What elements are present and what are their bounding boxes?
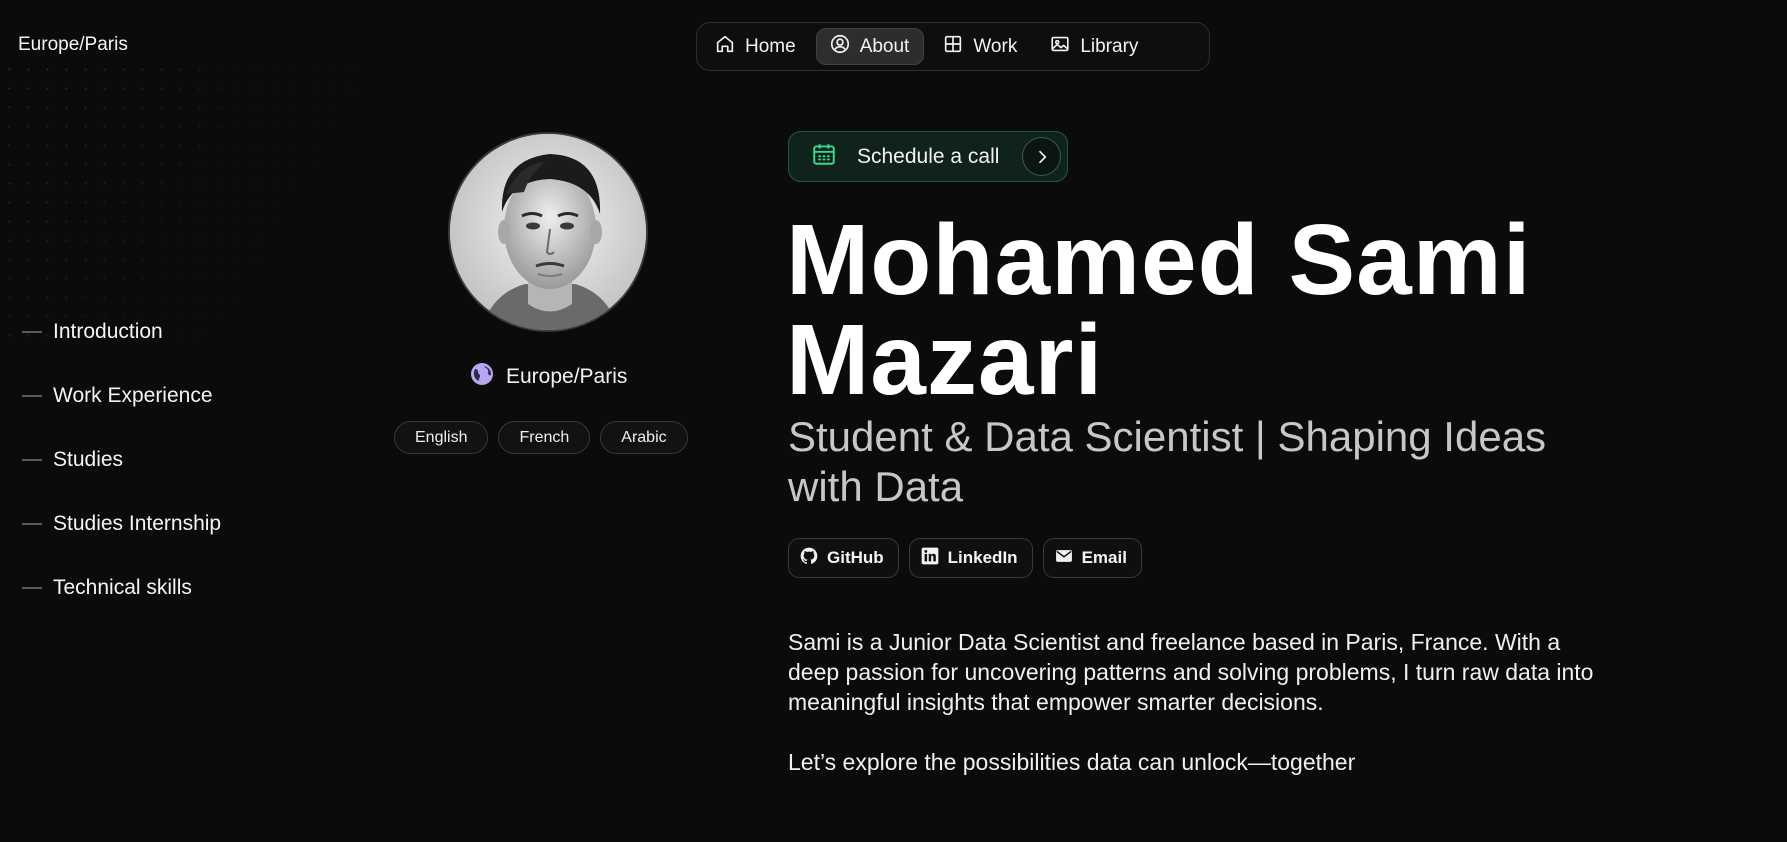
sidebar-item-introduction[interactable]: Introduction	[22, 300, 221, 364]
language-tag: French	[498, 421, 591, 454]
location-text: Europe/Paris	[506, 365, 628, 388]
calendar-icon	[811, 141, 837, 172]
nav-work[interactable]: Work	[930, 28, 1031, 65]
github-button[interactable]: GitHub	[788, 538, 899, 578]
schedule-call-label: Schedule a call	[857, 144, 1000, 168]
dash-marker	[22, 395, 42, 397]
sidebar-item-technical-skills[interactable]: Technical skills	[22, 556, 221, 620]
page-title: Mohamed Sami Mazari	[786, 210, 1532, 410]
email-button[interactable]: Email	[1042, 538, 1142, 578]
sidebar-item-label: Work Experience	[53, 384, 213, 407]
bio-paragraph: Let’s explore the possibilities data can…	[788, 749, 1356, 775]
nav-about[interactable]: About	[815, 28, 925, 65]
dash-marker	[22, 587, 42, 589]
chevron-right-icon	[1022, 137, 1061, 176]
grid-icon	[942, 33, 964, 61]
linkedin-button[interactable]: LinkedIn	[908, 538, 1033, 578]
bio-text: Sami is a Junior Data Scientist and free…	[788, 627, 1608, 777]
schedule-call-button[interactable]: Schedule a call	[788, 131, 1068, 182]
name-line-1: Mohamed Sami	[786, 204, 1532, 316]
image-icon	[1049, 33, 1071, 61]
timezone-label: Europe/Paris	[18, 34, 128, 55]
envelope-icon	[1054, 546, 1074, 571]
github-label: GitHub	[827, 548, 884, 567]
page-subtitle: Student & Data Scientist | Shaping Ideas…	[788, 413, 1547, 510]
nav-home-label: Home	[745, 35, 796, 57]
dash-marker	[22, 331, 42, 333]
section-index: Introduction Work Experience Studies Stu…	[22, 300, 221, 620]
home-icon	[714, 33, 736, 61]
nav-about-label: About	[859, 35, 910, 57]
sidebar-item-studies[interactable]: Studies	[22, 428, 221, 492]
language-list: English French Arabic	[394, 421, 688, 454]
dot-grid-background	[0, 60, 360, 340]
linkedin-icon	[920, 546, 940, 571]
sidebar-item-studies-internship[interactable]: Studies Internship	[22, 492, 221, 556]
profile-location: Europe/Paris	[470, 362, 627, 392]
user-circle-icon	[829, 33, 851, 61]
email-label: Email	[1081, 548, 1127, 567]
github-icon	[799, 546, 819, 571]
globe-icon	[470, 362, 494, 392]
linkedin-label: LinkedIn	[947, 548, 1018, 567]
sidebar-item-label: Technical skills	[53, 576, 192, 599]
top-navigation: Home About Work Library	[696, 22, 1210, 71]
nav-library[interactable]: Library	[1037, 28, 1152, 65]
sidebar-item-label: Studies Internship	[53, 512, 222, 535]
avatar	[448, 132, 648, 332]
nav-home[interactable]: Home	[702, 28, 810, 65]
bio-paragraph: Sami is a Junior Data Scientist and free…	[788, 629, 1594, 715]
name-line-2: Mazari	[786, 304, 1104, 416]
sidebar-item-label: Studies	[53, 448, 124, 471]
language-tag: Arabic	[600, 421, 688, 454]
social-links: GitHub LinkedIn Email	[788, 538, 1142, 578]
sidebar-item-label: Introduction	[53, 320, 163, 343]
sidebar-item-work-experience[interactable]: Work Experience	[22, 364, 221, 428]
dash-marker	[22, 459, 42, 461]
dash-marker	[22, 523, 42, 525]
language-tag: English	[394, 421, 489, 454]
nav-library-label: Library	[1080, 35, 1139, 57]
nav-work-label: Work	[973, 35, 1018, 57]
